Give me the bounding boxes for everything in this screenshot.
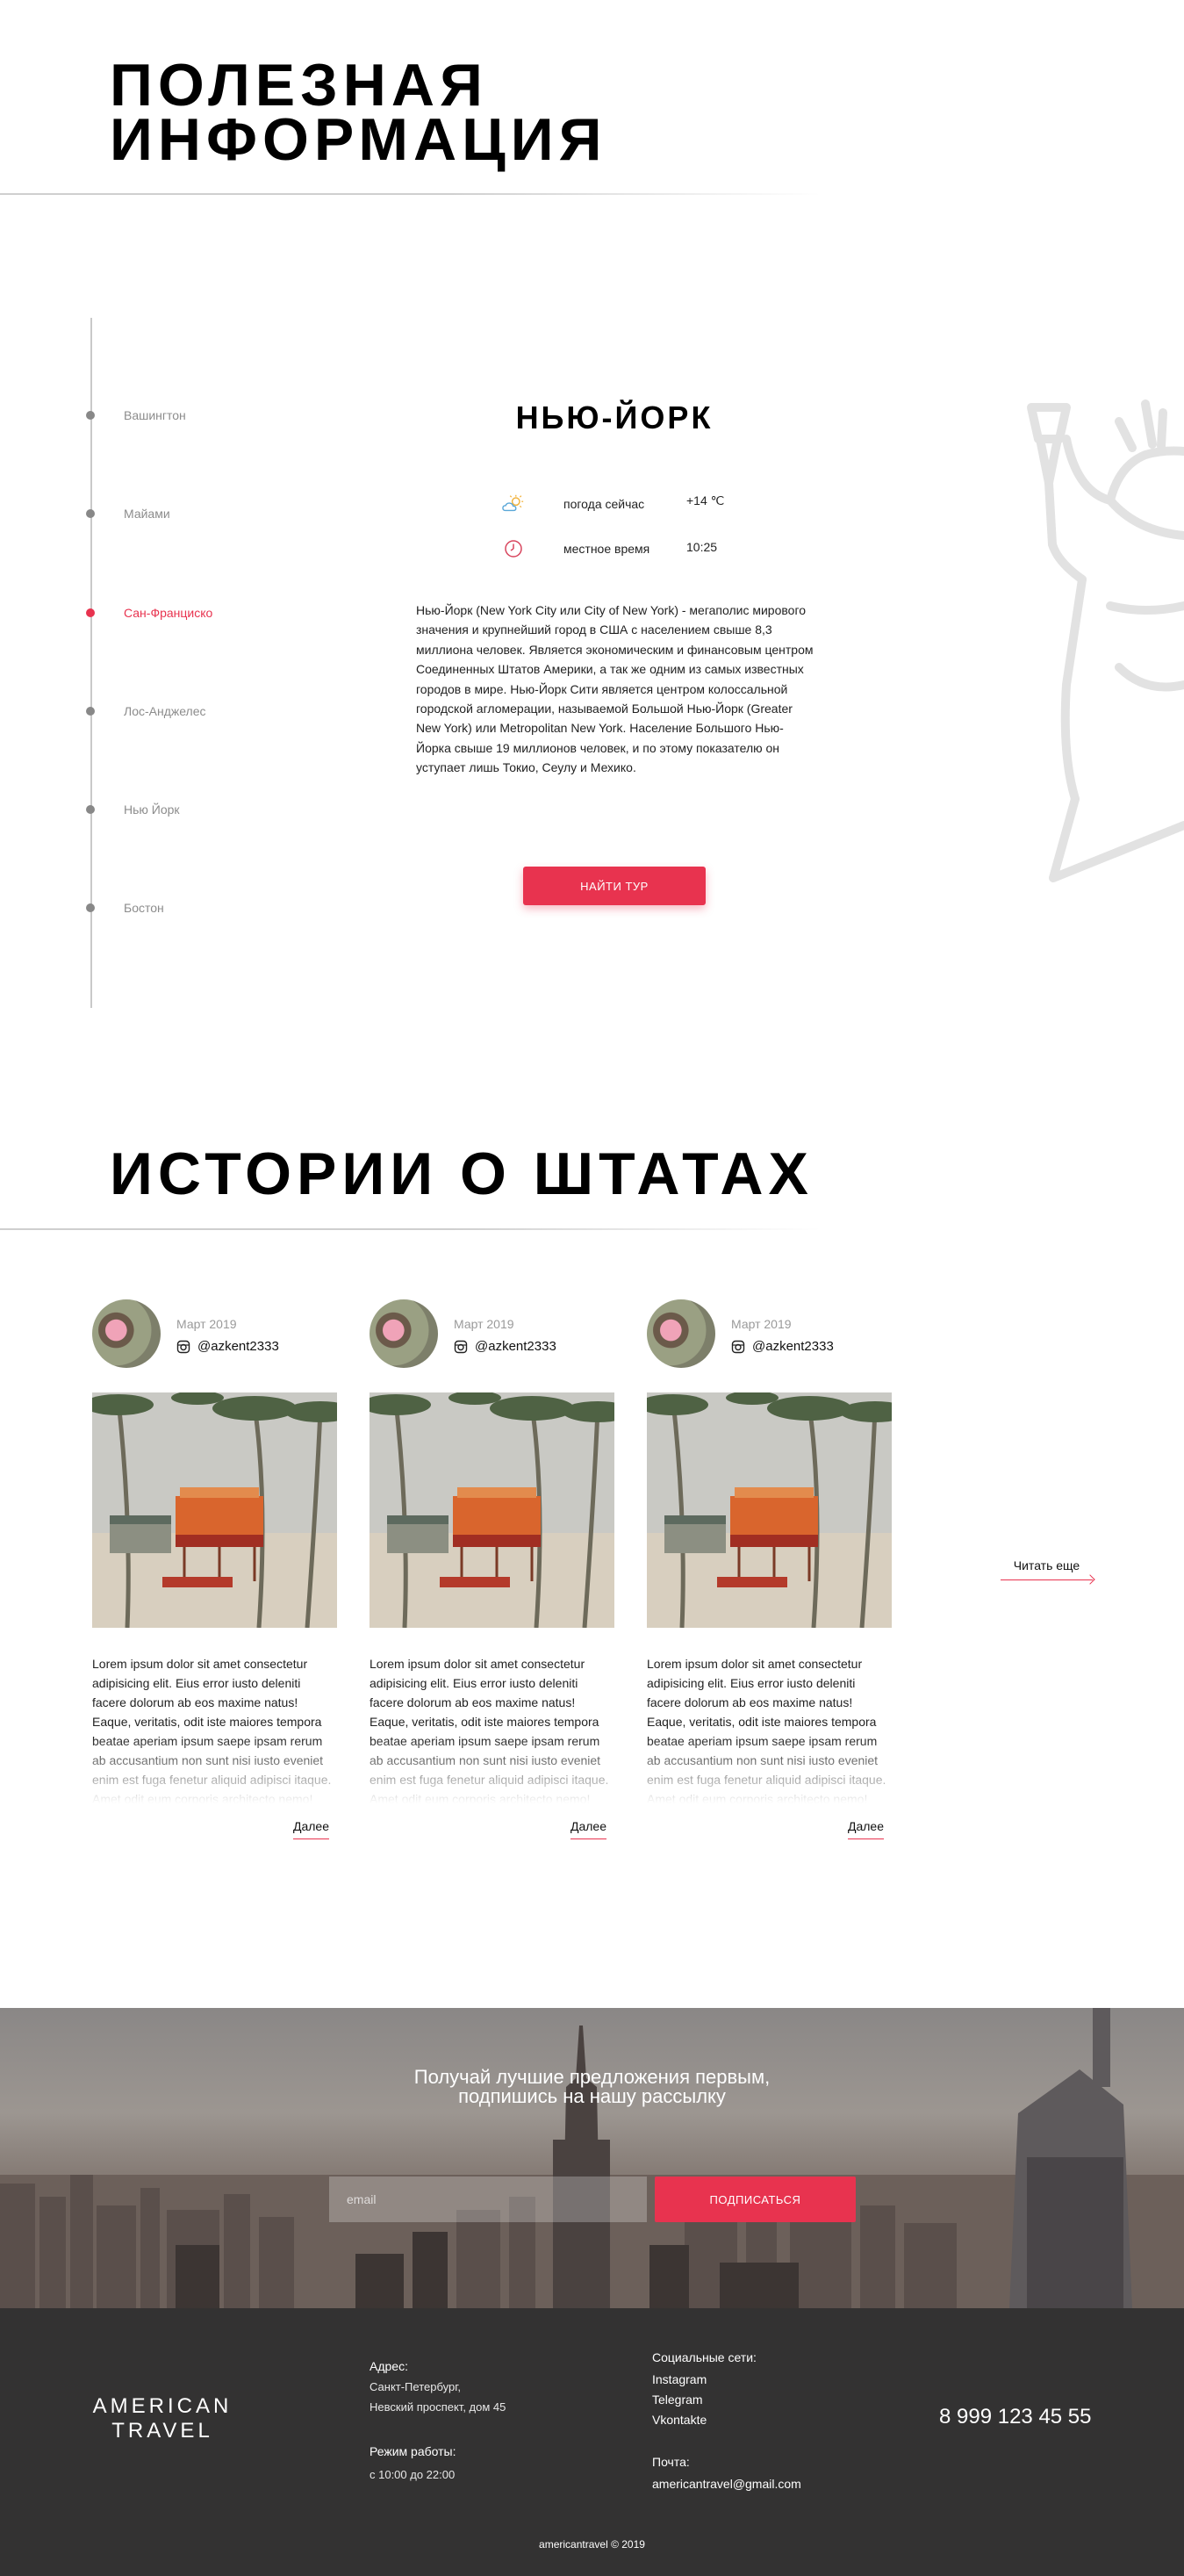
weather-row: погода сейчас +14 ℃ bbox=[502, 493, 724, 515]
address-line2: Невский проспект, дом 45 bbox=[370, 2400, 506, 2414]
timeline-label: Вашингтон bbox=[124, 408, 186, 422]
address-label: Адрес: bbox=[370, 2359, 408, 2373]
statue-of-liberty-illustration bbox=[1027, 399, 1184, 882]
story-username: @azkent2333 bbox=[197, 1339, 279, 1354]
timeline-item-san-francisco[interactable]: Сан-Франциско bbox=[86, 604, 212, 622]
story-author[interactable]: @azkent2333 bbox=[731, 1339, 834, 1354]
timeline-label: Лос-Анджелес bbox=[124, 704, 206, 718]
city-skyline-background bbox=[0, 2008, 1184, 2308]
story-image-lifeguard-tower[interactable] bbox=[370, 1392, 614, 1628]
hours-value: с 10:00 до 22:00 bbox=[370, 2468, 456, 2481]
find-tour-button[interactable]: НАЙТИ ТУР bbox=[523, 867, 706, 905]
story-text: Lorem ipsum dolor sit amet consectetur a… bbox=[370, 1657, 609, 1803]
city-description: Нью-Йорк (New York City или City of New … bbox=[416, 603, 814, 775]
read-more-link[interactable]: Читать еще bbox=[1001, 1558, 1093, 1572]
story-date: Март 2019 bbox=[454, 1317, 514, 1331]
clock-icon bbox=[502, 537, 525, 560]
timeline-dot-active bbox=[86, 608, 95, 617]
timeline-dot bbox=[86, 509, 95, 518]
email-input[interactable] bbox=[329, 2177, 647, 2222]
story-image-lifeguard-tower[interactable] bbox=[647, 1392, 892, 1628]
useful-info-title-line2: ИНФОРМАЦИЯ bbox=[110, 106, 607, 173]
story-text: Lorem ipsum dolor sit amet consectetur a… bbox=[647, 1657, 886, 1803]
story-author[interactable]: @azkent2333 bbox=[454, 1339, 556, 1354]
arrow-right-icon bbox=[1085, 1574, 1095, 1585]
useful-info-divider bbox=[0, 193, 821, 195]
story-username: @azkent2333 bbox=[752, 1339, 834, 1354]
weather-label: погода сейчас bbox=[563, 497, 645, 511]
subscribe-title: Получай лучшие предложения первым, подпи… bbox=[0, 2068, 1184, 2106]
story-text: Lorem ipsum dolor sit amet consectetur a… bbox=[92, 1657, 332, 1803]
timeline-label: Сан-Франциско bbox=[124, 606, 213, 620]
stories-title: ИСТОРИИ О ШТАТАХ bbox=[110, 1140, 814, 1207]
timeline-label: Майами bbox=[124, 507, 170, 521]
subscribe-button[interactable]: ПОДПИСАТЬСЯ bbox=[655, 2177, 856, 2222]
social-link-vkontakte[interactable]: Vkontakte bbox=[652, 2410, 707, 2430]
address-line1: Санкт-Петербург, bbox=[370, 2380, 461, 2393]
mail-label: Почта: bbox=[652, 2455, 690, 2469]
story-username: @azkent2333 bbox=[475, 1339, 556, 1354]
avatar[interactable] bbox=[370, 1299, 438, 1368]
timeline-label: Нью Йорк bbox=[124, 802, 180, 817]
story-author[interactable]: @azkent2333 bbox=[176, 1339, 279, 1354]
subscribe-section: Получай лучшие предложения первым, подпи… bbox=[0, 2008, 1184, 2308]
instagram-icon bbox=[176, 1340, 190, 1353]
timeline-item-boston[interactable]: Бостон bbox=[86, 899, 164, 917]
local-time-value: 10:25 bbox=[686, 540, 718, 554]
story-date: Март 2019 bbox=[731, 1317, 792, 1331]
useful-info-title-line1: ПОЛЕЗНАЯ bbox=[110, 52, 488, 119]
avatar[interactable] bbox=[647, 1299, 715, 1368]
timeline-dot bbox=[86, 707, 95, 716]
logo[interactable]: AMERICAN TRAVEL bbox=[88, 2394, 237, 2443]
footer: AMERICAN TRAVEL Адрес: Санкт-Петербург, … bbox=[0, 2308, 1184, 2576]
local-time-label: местное время bbox=[563, 542, 650, 556]
social-link-telegram[interactable]: Telegram bbox=[652, 2390, 703, 2410]
timeline-dot bbox=[86, 411, 95, 420]
story-date: Март 2019 bbox=[176, 1317, 237, 1331]
instagram-icon bbox=[731, 1340, 745, 1353]
subscribe-title-line2: подпишись на нашу рассылку bbox=[458, 2085, 726, 2107]
story-more-link[interactable]: Далее bbox=[570, 1819, 606, 1839]
social-link-instagram[interactable]: Instagram bbox=[652, 2370, 707, 2390]
story-more-link[interactable]: Далее bbox=[847, 1819, 884, 1839]
phone-number[interactable]: 8 999 123 45 55 bbox=[939, 2405, 1092, 2429]
timeline-item-los-angeles[interactable]: Лос-Анджелес bbox=[86, 702, 206, 720]
timeline-dot bbox=[86, 805, 95, 814]
logo-line2: TRAVEL bbox=[111, 2419, 213, 2443]
story-image-lifeguard-tower[interactable] bbox=[92, 1392, 337, 1628]
city-title: НЬЮ-ЙОРК bbox=[515, 399, 714, 435]
timeline-item-new-york[interactable]: Нью Йорк bbox=[86, 801, 180, 818]
story-more-link[interactable]: Далее bbox=[292, 1819, 329, 1839]
copyright: americantravel © 2019 bbox=[539, 2538, 645, 2551]
mail-link[interactable]: americantravel@gmail.com bbox=[652, 2474, 801, 2494]
weather-value: +14 ℃ bbox=[686, 493, 725, 507]
social-label: Социальные сети: bbox=[652, 2350, 757, 2364]
timeline-item-washington[interactable]: Вашингтон bbox=[86, 407, 186, 424]
timeline-dot bbox=[86, 903, 95, 912]
hours-label: Режим работы: bbox=[370, 2444, 456, 2458]
local-time-row: местное время 10:25 bbox=[502, 537, 717, 560]
timeline-label: Бостон bbox=[124, 901, 164, 915]
avatar[interactable] bbox=[92, 1299, 161, 1368]
instagram-icon bbox=[454, 1340, 468, 1353]
subscribe-title-line1: Получай лучшие предложения первым, bbox=[413, 2066, 771, 2088]
stories-divider bbox=[0, 1228, 821, 1230]
timeline-item-miami[interactable]: Майами bbox=[86, 505, 170, 522]
weather-cloud-sun-icon bbox=[502, 493, 525, 515]
read-more-underline bbox=[1001, 1579, 1093, 1580]
useful-info-title: ПОЛЕЗНАЯ ИНФОРМАЦИЯ bbox=[110, 52, 607, 173]
logo-line1: AMERICAN bbox=[92, 2394, 233, 2418]
